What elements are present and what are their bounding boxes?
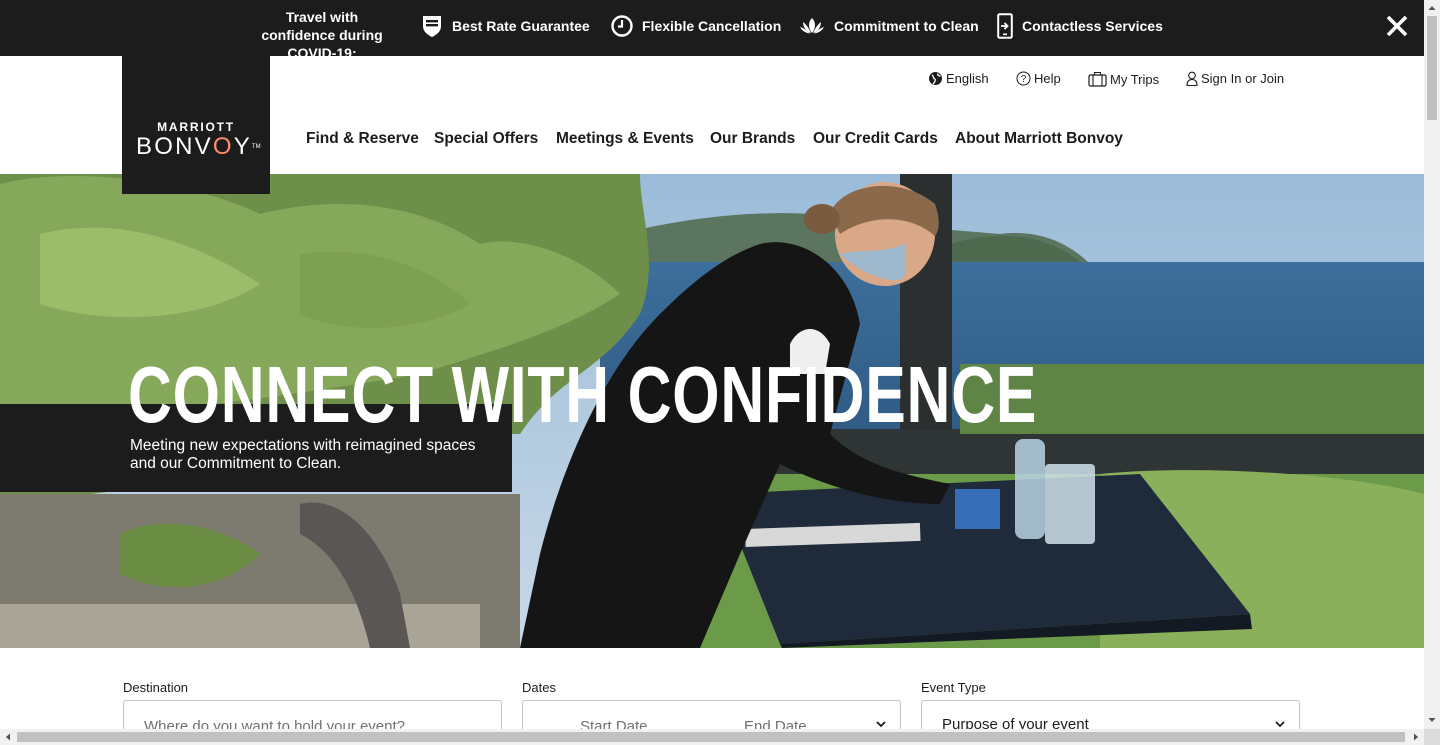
scroll-up-arrow-icon[interactable] [1424,0,1440,16]
banner-item-label: Contactless Services [1022,18,1163,34]
utility-my-trips[interactable]: My Trips [1088,71,1159,87]
utility-my-trips-label: My Trips [1110,71,1160,87]
shield-icon [423,16,441,37]
scrollbar-corner [1424,729,1440,745]
nav-meetings-events[interactable]: Meetings & Events [556,130,694,148]
banner-item-label: Commitment to Clean [834,18,979,34]
scroll-right-arrow-icon[interactable] [1408,729,1424,745]
scroll-down-arrow-icon[interactable] [1424,712,1440,728]
nav-about-marriott-bonvoy[interactable]: About Marriott Bonvoy [955,130,1123,148]
logo-wordmark-bottom: BONVOYTM [136,133,261,161]
lotus-icon [800,18,824,34]
utility-help[interactable]: ? Help [1016,71,1061,86]
logo-wordmark-top: MARRIOTT [157,120,235,134]
svg-text:?: ? [1021,74,1027,85]
nav-special-offers[interactable]: Special Offers [434,130,538,148]
logo-part: BONV [136,133,213,160]
utility-help-label: Help [1034,71,1061,86]
utility-sign-in-label: Sign In or Join [1201,71,1285,86]
user-icon [1186,71,1198,86]
chevron-down-icon [1275,721,1285,728]
clock-icon [611,15,633,37]
logo-trademark: TM [251,144,261,150]
scroll-left-arrow-icon[interactable] [0,729,16,745]
nav-our-credit-cards[interactable]: Our Credit Cards [813,130,938,148]
utility-language[interactable]: English [928,71,989,86]
logo-accent-letter: O [212,133,234,160]
mobile-checkin-icon [997,13,1013,39]
destination-label: Destination [123,680,189,695]
logo-part: Y [233,133,252,160]
banner-title: Travel with confidence during COVID-19: [261,9,383,61]
utility-sign-in[interactable]: Sign In or Join [1186,71,1284,86]
event-type-label: Event Type [921,680,986,695]
vertical-scrollbar-thumb[interactable] [1427,16,1437,120]
hero-banner: CONNECT WITH CONFIDENCE Meeting new expe… [0,174,1424,648]
hero-headline: CONNECT WITH CONFIDENCE [128,350,1038,439]
banner-item-best-rate[interactable]: Best Rate Guarantee [421,13,590,39]
globe-icon [929,72,942,85]
utility-language-label: English [946,71,989,86]
dates-label: Dates [522,680,556,695]
marriott-bonvoy-logo[interactable]: MARRIOTT BONVOYTM [122,56,270,194]
question-circle-icon: ? [1016,71,1031,86]
chevron-down-icon [876,721,886,728]
horizontal-scrollbar-thumb[interactable] [17,732,1405,742]
close-banner-button[interactable] [1382,11,1412,41]
banner-item-label: Flexible Cancellation [642,18,782,34]
banner-item-flexible-cancellation[interactable]: Flexible Cancellation [611,13,781,39]
covid-banner: Travel with confidence during COVID-19: … [0,0,1424,61]
nav-find-reserve[interactable]: Find & Reserve [306,130,419,148]
hero-subtext: Meeting new expectations with reimagined… [130,437,476,472]
banner-item-label: Best Rate Guarantee [452,18,590,34]
close-icon [1386,15,1408,37]
nav-our-brands[interactable]: Our Brands [710,130,795,148]
suitcase-icon [1088,71,1107,87]
banner-item-commitment-to-clean[interactable]: Commitment to Clean [799,13,979,39]
banner-item-contactless[interactable]: Contactless Services [997,13,1163,39]
